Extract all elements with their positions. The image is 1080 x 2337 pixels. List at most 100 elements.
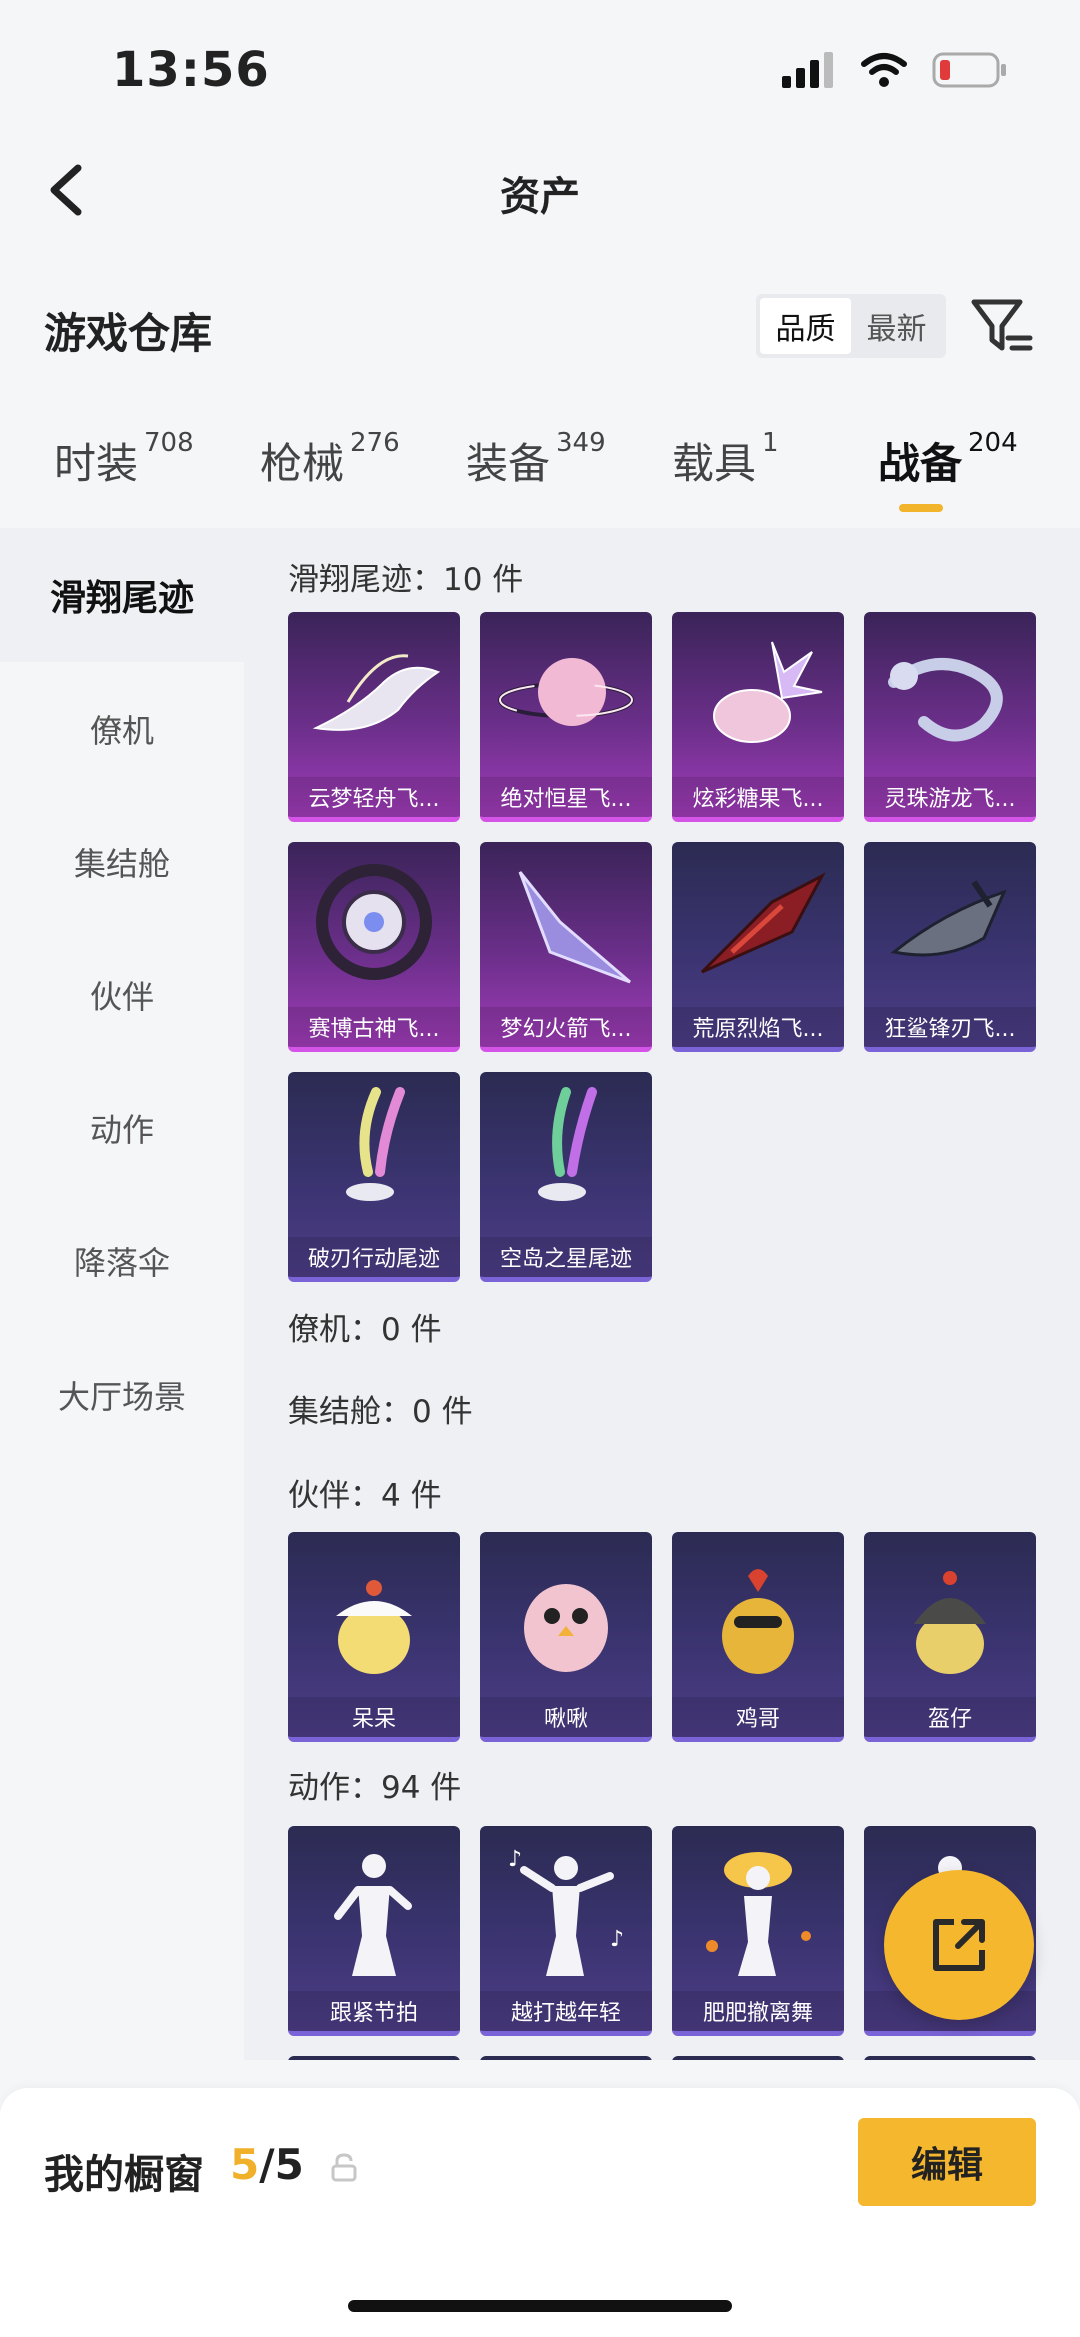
tab-battle-gear[interactable]: 战备 204	[878, 428, 1018, 491]
item-card[interactable]: 云梦轻舟飞...	[288, 612, 460, 822]
sidebar-item-parachute[interactable]: 降落伞	[0, 1194, 244, 1328]
svg-text:♪: ♪	[610, 1927, 624, 1952]
sidebar-item-lobby-scene[interactable]: 大厅场景	[0, 1328, 244, 1462]
card-label: 肥肥撤离舞	[672, 1991, 844, 2031]
item-card[interactable]: 鸡哥	[672, 1532, 844, 1742]
section-title-actions: 动作：94 件	[288, 1770, 462, 1806]
share-button[interactable]	[884, 1870, 1034, 2020]
active-tab-indicator	[899, 504, 943, 512]
section-title-partners: 伙伴：4 件	[288, 1478, 442, 1514]
nav-bar: 资产	[0, 140, 1080, 240]
sort-newest-button[interactable]: 最新	[851, 298, 942, 354]
share-external-icon	[933, 1919, 985, 1971]
card-label: 赛博古神飞...	[288, 1007, 460, 1047]
status-icons	[782, 52, 1008, 88]
tab-equipment[interactable]: 装备 349	[466, 428, 606, 491]
item-card[interactable]: 空岛之星尾迹	[480, 1072, 652, 1282]
tab-count: 1	[762, 428, 779, 458]
svg-text:♪: ♪	[508, 1847, 522, 1872]
showcase-count: 5/5	[230, 2140, 304, 2189]
item-card[interactable]: 跟紧节拍	[288, 1826, 460, 2036]
item-card[interactable]: 盔仔	[864, 1532, 1036, 1742]
sort-toggle: 品质 最新	[756, 294, 946, 358]
tab-count: 276	[350, 428, 400, 458]
category-tabs: 时装 708 枪械 276 装备 349 载具 1 战备 204	[0, 428, 1080, 520]
sort-quality-button[interactable]: 品质	[760, 298, 851, 354]
rainbow-trail-art-icon	[538, 1087, 597, 1201]
item-card[interactable]	[864, 2056, 1036, 2060]
tab-count: 204	[968, 428, 1018, 458]
tab-label: 时装	[54, 439, 139, 488]
planet-art-icon	[498, 658, 634, 726]
item-card[interactable]	[288, 2056, 460, 2060]
trail-art-icon	[312, 654, 441, 731]
filter-icon[interactable]	[968, 294, 1036, 362]
battery-icon	[932, 52, 1006, 88]
tab-count: 708	[144, 428, 194, 458]
pink-bird-partner-art-icon	[524, 1584, 608, 1672]
item-card[interactable]: 炫彩糖果飞...	[672, 612, 844, 822]
item-card[interactable]: 呆呆	[288, 1532, 460, 1742]
item-card[interactable]: 啾啾	[480, 1532, 652, 1742]
card-label: 鸡哥	[672, 1697, 844, 1737]
item-card[interactable]: 灵珠游龙飞...	[864, 612, 1036, 822]
item-card[interactable]: 破刃行动尾迹	[288, 1072, 460, 1282]
card-label: 啾啾	[480, 1697, 652, 1737]
card-label: 云梦轻舟飞...	[288, 777, 460, 817]
wifi-icon	[861, 53, 907, 87]
section-title-wingman: 僚机：0 件	[288, 1312, 442, 1348]
chick-partner-art-icon	[336, 1580, 412, 1674]
tab-count: 349	[556, 428, 606, 458]
tab-label: 战备	[878, 439, 963, 488]
rooster-partner-art-icon	[722, 1569, 794, 1674]
item-card[interactable]: 赛博古神飞...	[288, 842, 460, 1052]
dance-pose-art-icon	[334, 1854, 412, 1976]
item-card[interactable]	[480, 2056, 652, 2060]
section-title-pod: 集结舱：0 件	[288, 1394, 473, 1430]
music-dance-art-icon: ♪ ♪	[508, 1847, 624, 1976]
edit-button[interactable]: 编辑	[858, 2118, 1036, 2206]
item-card[interactable]: 肥肥撤离舞	[672, 1826, 844, 2036]
item-card[interactable]	[672, 2056, 844, 2060]
sidebar-item-partners[interactable]: 伙伴	[0, 928, 244, 1062]
item-card[interactable]: 绝对恒星飞...	[480, 612, 652, 822]
golden-dance-art-icon	[706, 1852, 811, 1976]
card-label: 盔仔	[864, 1697, 1036, 1737]
tab-label: 载具	[672, 439, 757, 488]
page-title: 资产	[500, 174, 580, 220]
sidebar-item-trails[interactable]: 滑翔尾迹	[0, 528, 244, 662]
warehouse-title: 游戏仓库	[44, 309, 213, 358]
sidebar: 滑翔尾迹 僚机 集结舱 伙伴 动作 降落伞 大厅场景	[0, 528, 244, 2060]
item-card[interactable]: 荒原烈焰飞...	[672, 842, 844, 1052]
tab-fashion[interactable]: 时装 708	[54, 428, 194, 491]
home-indicator	[348, 2300, 732, 2312]
card-label: 炫彩糖果飞...	[672, 777, 844, 817]
card-label: 荒原烈焰飞...	[672, 1007, 844, 1047]
sidebar-item-actions[interactable]: 动作	[0, 1061, 244, 1195]
card-label: 呆呆	[288, 1697, 460, 1737]
card-label: 灵珠游龙飞...	[864, 777, 1036, 817]
card-label: 破刃行动尾迹	[288, 1237, 460, 1277]
card-label: 跟紧节拍	[288, 1991, 460, 2031]
lock-icon	[331, 2153, 357, 2182]
tab-label: 装备	[466, 439, 551, 488]
tab-label: 枪械	[260, 439, 345, 488]
item-card[interactable]: 狂鲨锋刃飞...	[864, 842, 1036, 1052]
sidebar-item-wingman[interactable]: 僚机	[0, 662, 244, 796]
helmet-chick-partner-art-icon	[914, 1571, 986, 1674]
content-area: 滑翔尾迹 僚机 集结舱 伙伴 动作 降落伞 大厅场景 滑翔尾迹：10 件 云梦轻…	[0, 528, 1080, 2060]
status-bar: 13:56	[0, 0, 1080, 140]
tab-guns[interactable]: 枪械 276	[260, 428, 400, 491]
section-title-trails: 滑翔尾迹：10 件	[288, 562, 524, 598]
card-label: 狂鲨锋刃飞...	[864, 1007, 1036, 1047]
dragon-art-icon	[888, 658, 1003, 742]
smoke-trail-art-icon	[346, 1087, 405, 1201]
item-card[interactable]: ♪ ♪ 越打越年轻	[480, 1826, 652, 2036]
sidebar-item-pod[interactable]: 集结舱	[0, 795, 244, 929]
tab-vehicles[interactable]: 载具 1	[672, 428, 779, 491]
showcase-label: 我的橱窗	[44, 2152, 204, 2198]
item-card[interactable]: 梦幻火箭飞...	[480, 842, 652, 1052]
status-time: 13:56	[112, 42, 270, 98]
candy-art-icon	[713, 641, 823, 743]
flame-glider-art-icon	[700, 872, 826, 974]
